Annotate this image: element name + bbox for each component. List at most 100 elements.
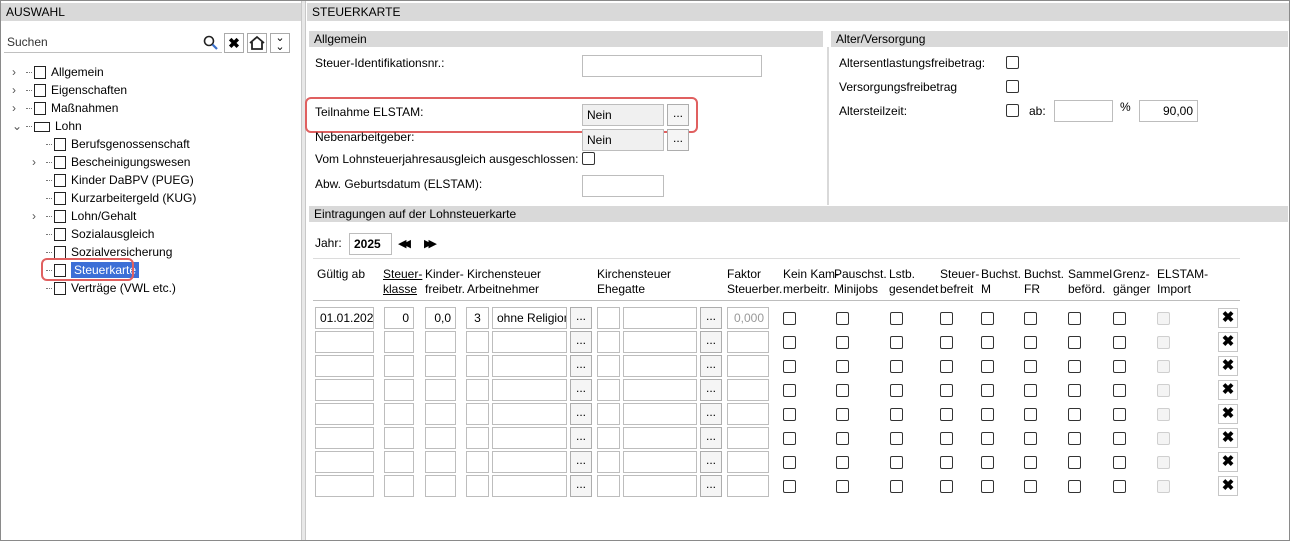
tree-item[interactable]: Berufsgenossenschaft (32, 135, 190, 153)
search-input[interactable]: Suchen (7, 35, 48, 49)
row-checkbox[interactable] (783, 408, 796, 421)
kinderfreibetrag-input[interactable]: 0,0 (425, 307, 456, 329)
steuerklasse-input[interactable] (384, 331, 414, 353)
row-checkbox[interactable] (940, 336, 953, 349)
kst-eh-code-input[interactable] (597, 379, 620, 401)
row-checkbox[interactable] (940, 384, 953, 397)
kst-eh-input[interactable] (623, 475, 697, 497)
kst-eh-select-button[interactable]: ... (700, 307, 722, 329)
gueltig-ab-input[interactable] (315, 475, 374, 497)
kst-eh-input[interactable] (623, 355, 697, 377)
kst-eh-select-button[interactable]: ... (700, 475, 722, 497)
altersteilzeit-percent-input[interactable]: 90,00 (1139, 100, 1198, 122)
row-checkbox[interactable] (890, 360, 903, 373)
tree-item[interactable]: ⌄ Lohn (12, 117, 82, 135)
steuerklasse-input[interactable]: 0 (384, 307, 414, 329)
row-checkbox[interactable] (783, 384, 796, 397)
kst-eh-code-input[interactable] (597, 403, 620, 425)
row-checkbox[interactable] (783, 360, 796, 373)
kst-eh-input[interactable] (623, 379, 697, 401)
kst-an-code-input[interactable] (466, 331, 489, 353)
row-checkbox[interactable] (1068, 456, 1081, 469)
row-checkbox[interactable] (783, 456, 796, 469)
kinderfreibetrag-input[interactable] (425, 451, 456, 473)
gueltig-ab-input[interactable] (315, 427, 374, 449)
gueltig-ab-input[interactable] (315, 451, 374, 473)
kst-eh-input[interactable] (623, 331, 697, 353)
row-checkbox[interactable] (836, 480, 849, 493)
kst-eh-input[interactable] (623, 307, 697, 329)
row-checkbox[interactable] (940, 360, 953, 373)
row-checkbox[interactable] (836, 312, 849, 325)
panel-splitter[interactable] (301, 1, 306, 540)
tree-item[interactable]: › Bescheinigungswesen (32, 153, 190, 171)
kst-an-select-button[interactable]: ... (570, 475, 592, 497)
row-checkbox[interactable] (1113, 312, 1126, 325)
kst-eh-select-button[interactable]: ... (700, 379, 722, 401)
kst-eh-code-input[interactable] (597, 355, 620, 377)
home-button[interactable] (247, 33, 267, 53)
kinderfreibetrag-input[interactable] (425, 427, 456, 449)
row-checkbox[interactable] (890, 432, 903, 445)
row-checkbox[interactable] (836, 360, 849, 373)
kst-an-input[interactable] (492, 379, 567, 401)
kst-eh-code-input[interactable] (597, 451, 620, 473)
tree-item[interactable]: › Allgemein (12, 63, 104, 81)
kst-an-select-button[interactable]: ... (570, 331, 592, 353)
kst-eh-code-input[interactable] (597, 475, 620, 497)
row-checkbox[interactable] (1024, 360, 1037, 373)
kinderfreibetrag-input[interactable] (425, 331, 456, 353)
row-checkbox[interactable] (890, 312, 903, 325)
row-checkbox[interactable] (836, 456, 849, 469)
chevron-down-icon[interactable]: ⌄ (12, 117, 26, 135)
nebenarbeitgeber-select-button[interactable]: ... (667, 129, 689, 151)
row-checkbox[interactable] (1068, 336, 1081, 349)
kst-an-select-button[interactable]: ... (570, 307, 592, 329)
kst-eh-code-input[interactable] (597, 307, 620, 329)
ab-date-input[interactable] (1054, 100, 1113, 122)
delete-row-icon[interactable]: ✖ (1218, 428, 1238, 448)
row-checkbox[interactable] (890, 456, 903, 469)
kst-an-code-input[interactable] (466, 379, 489, 401)
steuerklasse-input[interactable] (384, 403, 414, 425)
tree-item[interactable]: Kinder DaBPV (PUEG) (32, 171, 194, 189)
faktor-input[interactable] (727, 475, 769, 497)
faktor-input[interactable] (727, 331, 769, 353)
kst-an-code-input[interactable] (466, 475, 489, 497)
gueltig-ab-input[interactable] (315, 379, 374, 401)
delete-row-icon[interactable]: ✖ (1218, 476, 1238, 496)
faktor-input[interactable] (727, 355, 769, 377)
row-checkbox[interactable] (1113, 336, 1126, 349)
tree-item[interactable]: Sozialausgleich (32, 225, 154, 243)
kst-eh-input[interactable] (623, 427, 697, 449)
row-checkbox[interactable] (1068, 312, 1081, 325)
altersentlastung-checkbox[interactable] (1006, 56, 1019, 69)
collapse-all-button[interactable]: ⌄ ⌄ (270, 33, 290, 53)
tree-item[interactable]: Verträge (VWL etc.) (32, 279, 176, 297)
kst-eh-code-input[interactable] (597, 427, 620, 449)
row-checkbox[interactable] (783, 336, 796, 349)
search-icon[interactable] (203, 35, 219, 51)
gueltig-ab-input[interactable] (315, 403, 374, 425)
kst-an-select-button[interactable]: ... (570, 403, 592, 425)
row-checkbox[interactable] (981, 384, 994, 397)
row-checkbox[interactable] (1113, 456, 1126, 469)
kst-an-input[interactable] (492, 331, 567, 353)
kinderfreibetrag-input[interactable] (425, 379, 456, 401)
row-checkbox[interactable] (890, 336, 903, 349)
kst-an-input[interactable]: ohne Religion (492, 307, 567, 329)
kst-eh-input[interactable] (623, 451, 697, 473)
ausgeschlossen-checkbox[interactable] (582, 152, 595, 165)
row-checkbox[interactable] (981, 432, 994, 445)
row-checkbox[interactable] (1068, 432, 1081, 445)
kst-eh-select-button[interactable]: ... (700, 355, 722, 377)
row-checkbox[interactable] (1068, 480, 1081, 493)
steuerklasse-input[interactable] (384, 427, 414, 449)
row-checkbox[interactable] (783, 480, 796, 493)
steuerklasse-input[interactable] (384, 379, 414, 401)
gueltig-ab-input[interactable] (315, 355, 374, 377)
kst-an-input[interactable] (492, 451, 567, 473)
steuerklasse-input[interactable] (384, 475, 414, 497)
row-checkbox[interactable] (940, 312, 953, 325)
faktor-input[interactable] (727, 403, 769, 425)
